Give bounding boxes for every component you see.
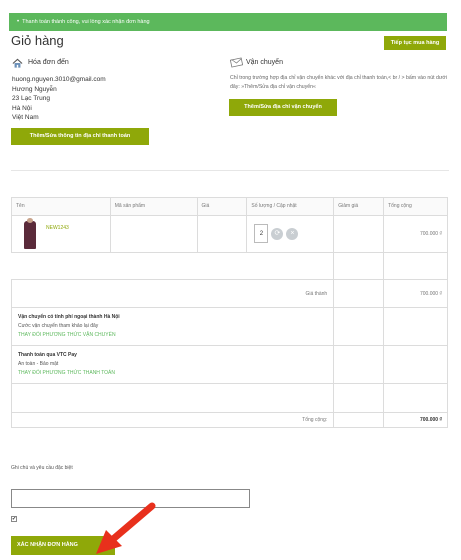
col-name: Tên xyxy=(11,197,111,216)
payment-method-desc: An toàn - Bảo mật xyxy=(18,361,59,367)
cart-header-row: Tên Mã sản phẩm Giá Số lượng / Cập nhật … xyxy=(11,197,448,216)
shipping-note: Chỉ trong trường hợp địa chỉ vận chuyển … xyxy=(230,75,447,90)
table-row: NEW1243 2 ⟳ × 700.000 ₫ xyxy=(11,215,448,253)
envelope-icon xyxy=(230,57,243,68)
product-image[interactable] xyxy=(24,218,36,249)
billing-city: Hà Nội xyxy=(12,104,32,112)
success-alert: • Thanh toán thành công, vui lòng xác nhậ… xyxy=(9,13,447,31)
shipping-method-title: Vận chuyển có tính phí ngoại thành Hà Nộ… xyxy=(18,314,120,320)
subtotal-label: Giá thành xyxy=(10,279,335,308)
payment-info: Thanh toán qua VTC Pay An toàn - Bảo mật… xyxy=(10,345,335,384)
billing-title: Hóa đơn đến xyxy=(28,59,69,66)
change-payment-link[interactable]: THAY ĐỔI PHƯƠNG THỨC THANH TOÁN xyxy=(18,369,327,378)
product-cell: NEW1243 xyxy=(11,215,111,253)
red-arrow-icon xyxy=(96,502,156,554)
shipping-title: Vận chuyển xyxy=(246,59,283,66)
table-row xyxy=(10,383,448,413)
billing-street: 23 Lạc Trung xyxy=(12,95,50,102)
payment-method-title: Thanh toán qua VTC Pay xyxy=(18,352,77,358)
subtotal-value: 700.000 ₫ xyxy=(383,279,448,308)
total-value: 700.000 ₫ xyxy=(383,412,448,428)
billing-email: huong.nguyen.3010@gmail.com xyxy=(12,76,106,83)
billing-name: Hương Nguyễn xyxy=(12,85,57,93)
house-icon xyxy=(12,58,23,68)
billing-country: Việt Nam xyxy=(12,114,39,121)
total-label: Tổng cộng: xyxy=(10,412,335,428)
product-link[interactable]: NEW1243 xyxy=(46,225,69,231)
page-title: Giỏ hàng xyxy=(11,33,64,48)
cart-table: Tên Mã sản phẩm Giá Số lượng / Cập nhật … xyxy=(10,197,448,428)
col-discount: Giảm giá xyxy=(333,197,385,216)
edit-billing-address-button[interactable]: Thêm/Sửa thông tin địa chỉ thanh toán xyxy=(11,128,149,145)
billing-address: huong.nguyen.3010@gmail.com Hương Nguyễn… xyxy=(12,75,106,123)
shipping-info: Vận chuyển có tính phí ngoại thành Hà Nộ… xyxy=(10,307,335,346)
quantity-input[interactable]: 2 xyxy=(254,224,269,243)
col-total: Tổng cộng xyxy=(383,197,448,216)
payment-row: Thanh toán qua VTC Pay An toàn - Bảo mật… xyxy=(10,345,448,384)
shipping-method-desc: Cước vận chuyển tham khảo lại đây xyxy=(18,323,99,329)
close-icon[interactable]: × xyxy=(286,228,299,240)
change-shipping-link[interactable]: THAY ĐỔI PHƯƠNG THỨC VẬN CHUYỂN xyxy=(18,331,327,340)
total-row: Tổng cộng: 700.000 ₫ xyxy=(10,412,448,428)
table-row xyxy=(11,252,448,280)
shipping-row: Vận chuyển có tính phí ngoại thành Hà Nộ… xyxy=(10,307,448,346)
subtotal-row: Giá thành 700.000 ₫ xyxy=(10,279,448,308)
divider xyxy=(11,170,449,171)
edit-shipping-address-button[interactable]: Thêm/Sửa địa chỉ vận chuyển xyxy=(229,99,337,116)
continue-shopping-button[interactable]: Tiếp tục mua hàng xyxy=(384,36,446,50)
col-sku: Mã sản phẩm xyxy=(109,197,198,216)
alert-message: Thanh toán thành công, vui lòng xác nhận… xyxy=(22,19,150,25)
col-price: Giá xyxy=(196,197,248,216)
note-label: Ghi chú và yêu cầu đặc biệt xyxy=(11,465,73,471)
bullet-icon: • xyxy=(17,19,20,25)
terms-checkbox[interactable]: ✔ xyxy=(11,516,17,522)
refresh-icon[interactable]: ⟳ xyxy=(271,228,284,240)
col-quantity: Số lượng / Cập nhật xyxy=(246,197,335,216)
quantity-cell: 2 ⟳ × xyxy=(246,215,335,253)
product-total: 700.000 ₫ xyxy=(383,215,448,253)
